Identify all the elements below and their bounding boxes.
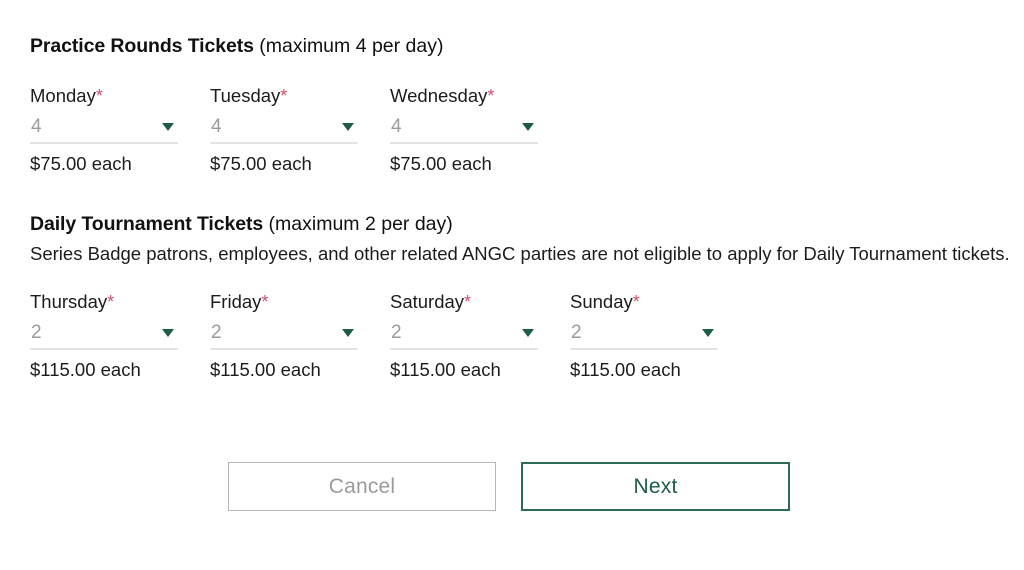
- daily-tournament-heading: Daily Tournament Tickets (maximum 2 per …: [30, 211, 453, 237]
- field-thursday-price: $115.00 each: [30, 359, 141, 380]
- field-friday-label: Friday*: [210, 290, 268, 314]
- field-saturday-label-text: Saturday: [390, 291, 465, 312]
- select-sunday-value: 2: [571, 322, 582, 343]
- chevron-down-icon[interactable]: [162, 123, 174, 131]
- field-thursday-label-text: Thursday: [30, 291, 108, 312]
- select-friday[interactable]: 2: [210, 318, 358, 350]
- select-thursday[interactable]: 2: [30, 318, 178, 350]
- required-asterisk-icon: *: [464, 292, 472, 312]
- cancel-button[interactable]: Cancel: [228, 462, 496, 511]
- chevron-down-icon[interactable]: [342, 123, 354, 131]
- field-friday-label-text: Friday: [210, 291, 262, 312]
- ticket-quantity-form: Practice Rounds Tickets (maximum 4 per d…: [0, 0, 1024, 570]
- daily-tournament-heading-strong: Daily Tournament Tickets: [30, 213, 264, 235]
- practice-rounds-heading: Practice Rounds Tickets (maximum 4 per d…: [30, 33, 444, 59]
- required-asterisk-icon: *: [107, 292, 115, 312]
- field-friday-price: $115.00 each: [210, 359, 321, 380]
- select-saturday[interactable]: 2: [390, 318, 538, 350]
- select-wednesday[interactable]: 4: [390, 112, 538, 144]
- field-saturday-label: Saturday*: [390, 290, 471, 314]
- chevron-down-icon[interactable]: [702, 329, 714, 337]
- field-thursday-label: Thursday*: [30, 290, 114, 314]
- daily-tournament-eligibility-note: Series Badge patrons, employees, and oth…: [30, 243, 1010, 264]
- required-asterisk-icon: *: [632, 292, 640, 312]
- field-saturday-price: $115.00 each: [390, 359, 501, 380]
- select-underline: [390, 348, 538, 350]
- select-underline: [570, 348, 718, 350]
- required-asterisk-icon: *: [261, 292, 269, 312]
- field-monday-price: $75.00 each: [30, 153, 132, 174]
- select-sunday[interactable]: 2: [570, 318, 718, 350]
- select-underline: [210, 142, 358, 144]
- select-tuesday[interactable]: 4: [210, 112, 358, 144]
- field-sunday-price: $115.00 each: [570, 359, 681, 380]
- required-asterisk-icon: *: [487, 86, 495, 106]
- required-asterisk-icon: *: [280, 86, 288, 106]
- select-underline: [30, 142, 178, 144]
- select-saturday-value: 2: [391, 322, 402, 343]
- field-wednesday-label-text: Wednesday: [390, 85, 488, 106]
- daily-tournament-heading-normal: (maximum 2 per day): [263, 213, 453, 235]
- practice-rounds-heading-normal: (maximum 4 per day): [253, 35, 444, 57]
- field-sunday-label: Sunday*: [570, 290, 640, 314]
- field-tuesday-label-text: Tuesday: [210, 85, 281, 106]
- required-asterisk-icon: *: [95, 86, 103, 106]
- select-monday-value: 4: [31, 116, 42, 137]
- chevron-down-icon[interactable]: [162, 329, 174, 337]
- select-underline: [30, 348, 178, 350]
- select-underline: [390, 142, 538, 144]
- chevron-down-icon[interactable]: [342, 329, 354, 337]
- field-monday-label: Monday*: [30, 84, 103, 108]
- field-tuesday-price: $75.00 each: [210, 153, 312, 174]
- field-wednesday-price: $75.00 each: [390, 153, 492, 174]
- chevron-down-icon[interactable]: [522, 123, 534, 131]
- field-wednesday-label: Wednesday*: [390, 84, 494, 108]
- next-button[interactable]: Next: [521, 462, 790, 511]
- select-tuesday-value: 4: [211, 116, 222, 137]
- select-thursday-value: 2: [31, 322, 42, 343]
- select-wednesday-value: 4: [391, 116, 402, 137]
- chevron-down-icon[interactable]: [522, 329, 534, 337]
- select-underline: [210, 348, 358, 350]
- field-sunday-label-text: Sunday: [570, 291, 633, 312]
- field-monday-label-text: Monday: [30, 85, 96, 106]
- select-monday[interactable]: 4: [30, 112, 178, 144]
- select-friday-value: 2: [211, 322, 222, 343]
- field-tuesday-label: Tuesday*: [210, 84, 287, 108]
- practice-rounds-heading-strong: Practice Rounds Tickets: [30, 35, 254, 57]
